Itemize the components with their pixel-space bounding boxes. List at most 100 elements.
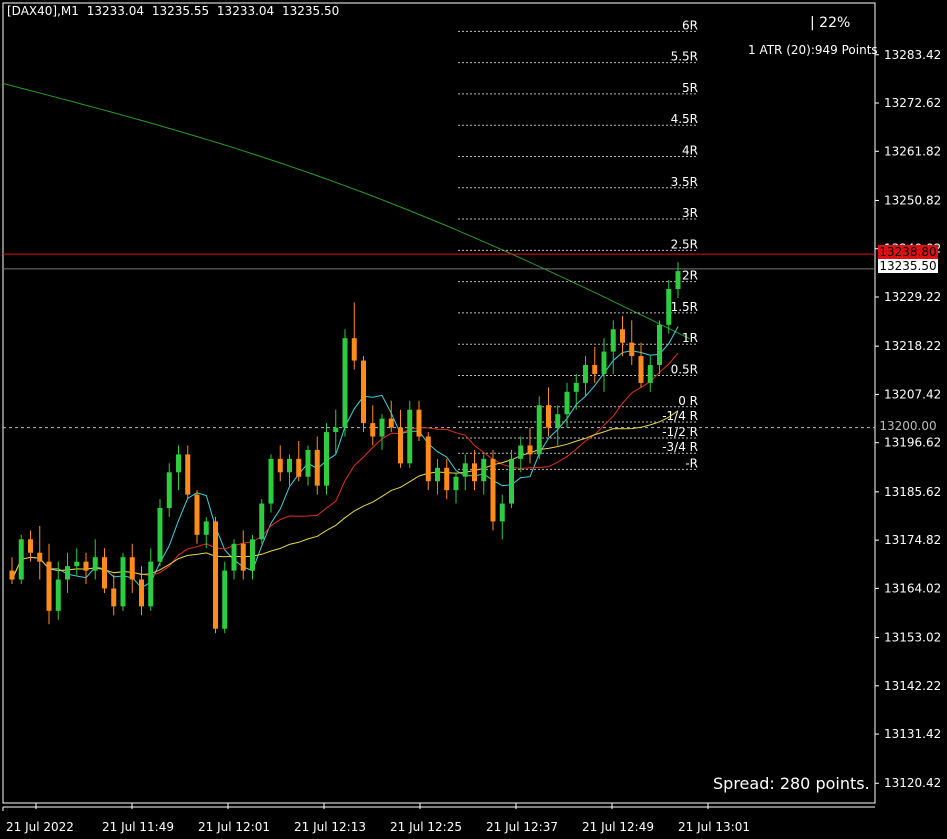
candle-body (9, 570, 15, 580)
candle-body (351, 338, 357, 361)
close-value: 13235.50 (282, 4, 340, 18)
candle (416, 400, 422, 441)
candle-body (675, 271, 681, 290)
candle (425, 432, 431, 491)
candle-body (435, 467, 440, 482)
x-tick-label: 21 Jul 2022 (6, 820, 74, 834)
high-value: 13235.55 (151, 4, 210, 18)
candle (213, 516, 218, 634)
candle-body (666, 289, 672, 325)
r-level-label: 5R (682, 81, 698, 95)
candle (324, 423, 329, 495)
candle (490, 449, 496, 531)
candle-body (518, 445, 524, 459)
candle (148, 548, 154, 611)
candle-body (657, 324, 662, 366)
candle-body (268, 458, 274, 504)
r-level-label: 6R (682, 18, 698, 32)
candle-body (222, 570, 228, 629)
candle-body (638, 356, 644, 383)
candle-body (55, 579, 61, 611)
candle (583, 356, 588, 397)
candle-body (453, 476, 459, 491)
candle (203, 516, 209, 549)
r-level-label: 3.5R (671, 175, 698, 189)
candle-body (370, 423, 376, 437)
candle-body (629, 342, 635, 357)
candle-body (129, 557, 135, 580)
candle-body (157, 508, 163, 562)
y-tick-label: 13218.22 (884, 339, 941, 353)
candle-body (407, 409, 413, 464)
candle-body (28, 539, 33, 553)
candle (287, 454, 292, 486)
candle-body (499, 503, 505, 522)
candle (379, 414, 385, 450)
y-tick-label: 13250.82 (884, 193, 941, 207)
candle-body (416, 409, 422, 437)
ma-long-line (2, 82, 691, 340)
candle (333, 409, 339, 455)
candle (527, 427, 533, 464)
candle (65, 552, 70, 593)
candle-body (185, 454, 191, 495)
r-level-label: 0.5R (671, 362, 698, 376)
candle-body (536, 405, 542, 455)
candle-body (314, 449, 320, 486)
y-tick-label: 13207.42 (884, 387, 941, 401)
candle (111, 575, 117, 616)
candle (222, 561, 228, 634)
candle (166, 463, 172, 517)
spread-readout: Spread: 280 points. (713, 774, 870, 793)
candle-body (139, 579, 144, 607)
r-level-label: 3R (682, 206, 698, 220)
candle (601, 338, 607, 392)
candle (259, 499, 265, 544)
candle-body (444, 467, 450, 491)
candle (610, 320, 616, 374)
r-level-label: -1/2 R (662, 425, 698, 439)
y-tick-label: 13229.22 (884, 290, 941, 304)
candle-body (287, 458, 292, 473)
candle (305, 445, 311, 486)
candle-body (555, 414, 561, 428)
candle-body (250, 539, 255, 571)
candle-body (333, 427, 339, 433)
candle-body (203, 521, 209, 535)
r-level-label: 2R (682, 269, 698, 283)
candle-body (18, 539, 24, 580)
candle (481, 454, 487, 495)
candle (92, 539, 98, 580)
candle-body (231, 543, 237, 571)
x-tick-label: 21 Jul 12:25 (390, 820, 462, 834)
candle-body (398, 427, 403, 464)
candle (314, 436, 320, 495)
candle-body (240, 543, 246, 571)
y-tick-label: 13261.82 (884, 144, 941, 158)
candle-body (37, 552, 43, 562)
candle (647, 356, 653, 392)
y-tick-label: 13153.02 (884, 631, 941, 645)
r-level-label: 2.5R (671, 237, 698, 251)
candle-body (194, 494, 200, 535)
candle-body (462, 463, 468, 477)
candle-body (213, 521, 218, 629)
candle (666, 280, 672, 334)
price-chart[interactable]: 13283.4213272.6213261.8213250.8213240.02… (0, 0, 947, 839)
candle-body (620, 329, 625, 343)
r-level-label: 1R (682, 331, 698, 345)
candle (675, 262, 681, 298)
candle-body (583, 365, 588, 383)
candle-body (481, 458, 487, 482)
y-tick-label: 13131.42 (884, 727, 941, 741)
r-level-label: 1.5R (671, 300, 698, 314)
candle-body (305, 449, 311, 477)
r-level-label: 5.5R (671, 50, 698, 64)
r-level-label: 4R (682, 143, 698, 157)
candle (240, 530, 246, 580)
x-tick-label: 21 Jul 13:01 (678, 820, 750, 834)
candle-body (259, 503, 265, 540)
y-tick-label: 13164.02 (884, 581, 941, 595)
candle (157, 499, 163, 567)
candle (444, 458, 450, 500)
